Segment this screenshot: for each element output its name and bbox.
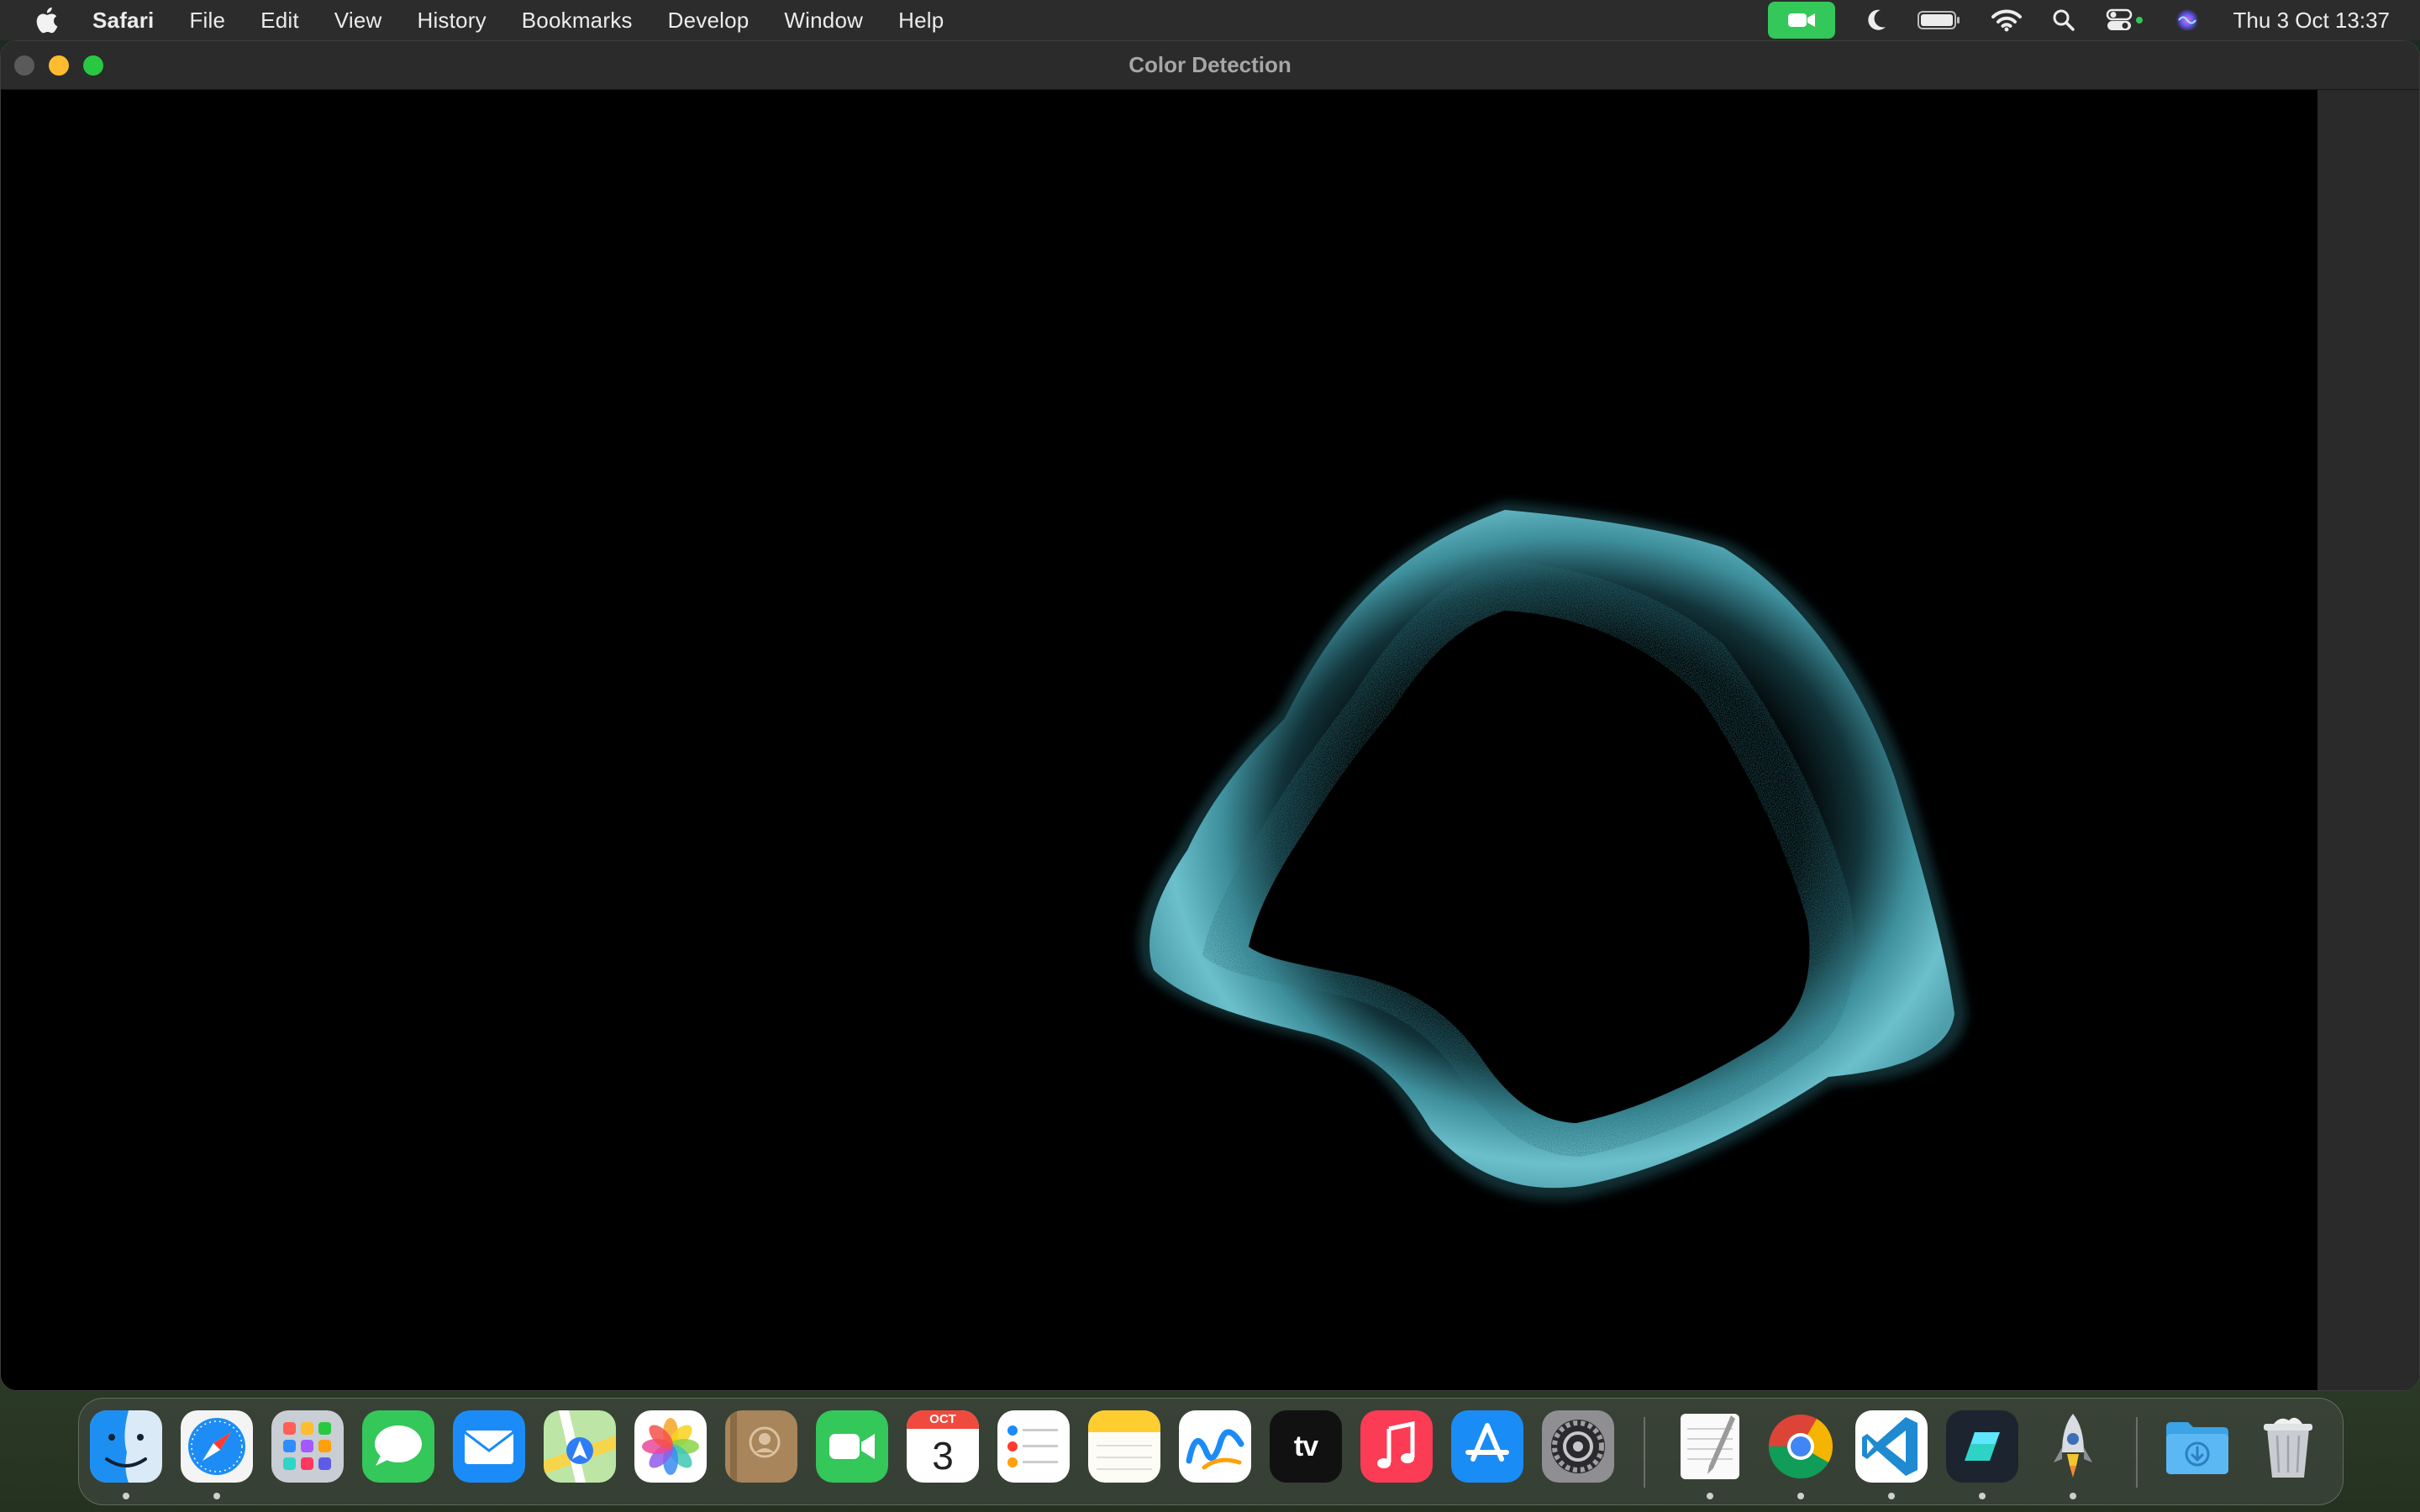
apple-tv-icon[interactable]: tv xyxy=(1270,1410,1342,1483)
menu-help[interactable]: Help xyxy=(898,8,944,34)
downloads-folder-icon[interactable] xyxy=(2161,1410,2233,1483)
menu-bar: Safari File Edit View History Bookmarks … xyxy=(0,0,2420,40)
mail-icon[interactable] xyxy=(453,1410,525,1483)
minimize-button[interactable] xyxy=(49,55,69,76)
music-icon[interactable] xyxy=(1360,1410,1433,1483)
zoom-button[interactable] xyxy=(83,55,103,76)
safari-icon[interactable] xyxy=(181,1410,253,1483)
running-indicator xyxy=(213,1493,220,1499)
running-indicator xyxy=(2070,1493,2076,1499)
dock-separator xyxy=(1644,1417,1645,1488)
battery-icon[interactable] xyxy=(1917,10,1961,30)
freeform-icon[interactable] xyxy=(1179,1410,1251,1483)
system-settings-icon[interactable] xyxy=(1542,1410,1614,1483)
search-icon[interactable] xyxy=(2052,8,2075,32)
color-detection-window: Color Detection xyxy=(0,40,2420,1391)
calendar-icon[interactable]: OCT 3 xyxy=(907,1410,979,1483)
messages-icon[interactable] xyxy=(362,1410,434,1483)
calendar-month: OCT xyxy=(907,1410,979,1429)
traffic-lights xyxy=(14,55,103,76)
window-title: Color Detection xyxy=(1128,52,1292,77)
siri-icon[interactable] xyxy=(2175,8,2200,33)
control-center-icon[interactable] xyxy=(2106,8,2144,32)
maps-icon[interactable] xyxy=(544,1410,616,1483)
contacts-icon[interactable] xyxy=(725,1410,797,1483)
dock-separator xyxy=(2136,1417,2138,1488)
detected-color-region xyxy=(1138,501,1967,1200)
detection-canvas xyxy=(1,90,2317,1390)
photos-icon[interactable] xyxy=(634,1410,707,1483)
app-store-icon[interactable] xyxy=(1451,1410,1523,1483)
running-indicator xyxy=(1979,1493,1986,1499)
dock: OCT 3 tv xyxy=(78,1398,2344,1505)
running-indicator xyxy=(123,1493,129,1499)
status-area: Thu 3 Oct 13:37 xyxy=(1767,0,2390,40)
finder-icon[interactable] xyxy=(90,1410,162,1483)
menu-history[interactable]: History xyxy=(417,8,486,34)
menu-clock[interactable]: Thu 3 Oct 13:37 xyxy=(2233,8,2390,34)
menu-develop[interactable]: Develop xyxy=(668,8,750,34)
reminders-icon[interactable] xyxy=(997,1410,1070,1483)
facetime-icon[interactable] xyxy=(816,1410,888,1483)
menu-view[interactable]: View xyxy=(334,8,382,34)
notes-icon[interactable] xyxy=(1088,1410,1160,1483)
vscode-icon[interactable] xyxy=(1855,1410,1928,1483)
menu-app-name[interactable]: Safari xyxy=(92,8,154,34)
launchpad-icon[interactable] xyxy=(271,1410,344,1483)
window-side-strip xyxy=(2317,90,2419,1390)
calendar-day: 3 xyxy=(932,1434,954,1478)
textedit-icon[interactable] xyxy=(1674,1410,1746,1483)
menu-file[interactable]: File xyxy=(189,8,225,34)
chrome-icon[interactable] xyxy=(1765,1410,1837,1483)
trash-icon[interactable] xyxy=(2252,1410,2324,1483)
menu-window[interactable]: Window xyxy=(784,8,863,34)
moon-icon[interactable] xyxy=(1865,8,1887,32)
running-indicator xyxy=(1707,1493,1713,1499)
running-indicator xyxy=(1797,1493,1804,1499)
facetime-status-icon[interactable] xyxy=(1767,2,1835,39)
close-button[interactable] xyxy=(14,55,34,76)
running-indicator xyxy=(1888,1493,1895,1499)
apple-logo-icon[interactable] xyxy=(32,6,60,34)
app-icon[interactable] xyxy=(1946,1410,2018,1483)
menu-edit[interactable]: Edit xyxy=(260,8,299,34)
window-titlebar[interactable]: Color Detection xyxy=(1,41,2419,90)
wifi-icon[interactable] xyxy=(1991,8,2022,32)
python-rocket-icon[interactable] xyxy=(2037,1410,2109,1483)
menu-bookmarks[interactable]: Bookmarks xyxy=(522,8,633,34)
tv-label: tv xyxy=(1293,1430,1318,1462)
